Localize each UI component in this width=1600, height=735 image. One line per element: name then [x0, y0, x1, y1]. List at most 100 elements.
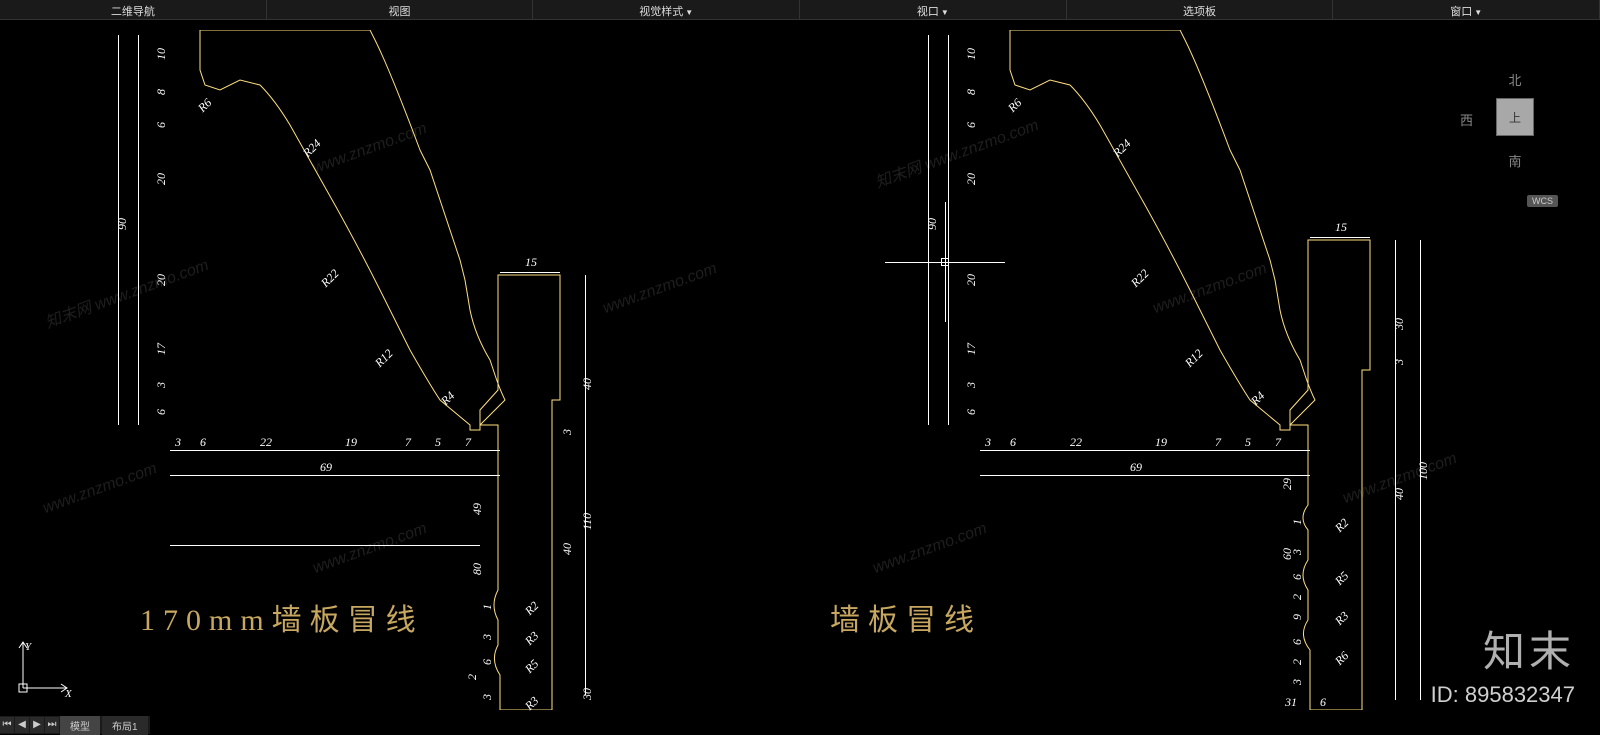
- drawing-area[interactable]: 知末网 www.znzmo.com www.znzmo.com www.znzm…: [0, 20, 1600, 714]
- id-watermark: ID: 895832347: [1431, 682, 1575, 708]
- dim-value: 6: [1320, 695, 1326, 710]
- wcs-badge[interactable]: WCS: [1527, 195, 1558, 207]
- dim-value: 20: [964, 173, 979, 185]
- viewcube-west[interactable]: 西: [1460, 110, 1473, 129]
- ucs-x-label: X: [65, 688, 72, 700]
- dim-value: 6: [964, 409, 979, 415]
- dim-value: 2: [465, 674, 480, 680]
- dim-value: 19: [345, 435, 357, 450]
- dim-value: 6: [200, 435, 206, 450]
- dim-value: 1: [480, 604, 495, 610]
- dim-line: [585, 275, 586, 695]
- dim-line: [1395, 240, 1396, 700]
- dim-value: 17: [964, 343, 979, 355]
- dim-value: 69: [320, 460, 332, 475]
- watermark: www.znzmo.com: [601, 260, 720, 318]
- dim-value: 15: [525, 255, 537, 270]
- dim-line: [118, 35, 119, 425]
- dim-value: 8: [154, 89, 169, 95]
- viewcube-south[interactable]: 南: [1508, 151, 1521, 170]
- menu-window-label: 窗口: [1450, 6, 1472, 18]
- dim-value: 40: [580, 378, 595, 390]
- chevron-down-icon: ▼: [685, 8, 693, 17]
- dim-value: 3: [964, 382, 979, 388]
- dim-value: 40: [1392, 488, 1407, 500]
- dim-value: 1: [1290, 519, 1305, 525]
- dim-line: [138, 35, 139, 425]
- tab-nav-prev[interactable]: ◀: [15, 717, 29, 733]
- menu-viewport-label: 视口: [917, 6, 939, 18]
- dim-value: 10: [154, 48, 169, 60]
- dim-value: 20: [154, 173, 169, 185]
- chevron-down-icon: ▼: [1474, 8, 1482, 17]
- dim-value: 6: [1290, 639, 1305, 645]
- dim-value: 6: [1010, 435, 1016, 450]
- dim-value: 5: [435, 435, 441, 450]
- dim-value: 3: [480, 694, 495, 700]
- menubar: 二维导航 视图 视觉样式▼ 视口▼ 选项板 窗口▼: [0, 0, 1600, 20]
- dim-value: 3: [560, 429, 575, 435]
- dim-value: 20: [964, 274, 979, 286]
- tab-model[interactable]: 模型: [60, 716, 100, 735]
- dim-line: [170, 545, 480, 546]
- dim-line: [948, 35, 949, 425]
- dim-value: 30: [1392, 318, 1407, 330]
- dim-value: 7: [1275, 435, 1281, 450]
- dim-value: 6: [1290, 574, 1305, 580]
- dim-value: 31: [1285, 695, 1297, 710]
- menu-options-panel[interactable]: 选项板: [1067, 0, 1334, 19]
- ucs-y-label: Y: [25, 641, 31, 653]
- tab-nav-last[interactable]: ⏭: [45, 717, 59, 733]
- dim-value: 80: [470, 563, 485, 575]
- brand-watermark: 知末: [1483, 618, 1575, 679]
- viewcube-face-top[interactable]: 上: [1496, 98, 1534, 136]
- tab-nav-next[interactable]: ▶: [30, 717, 44, 733]
- drawing-title-left: 170mm墙板冒线: [140, 595, 424, 639]
- dim-value: 3: [1290, 549, 1305, 555]
- dim-line: [928, 35, 929, 425]
- dim-value: 2: [1290, 594, 1305, 600]
- dim-value: 9: [1290, 614, 1305, 620]
- dim-value: 19: [1155, 435, 1167, 450]
- profile-right: [990, 30, 1410, 715]
- menu-view[interactable]: 视图: [267, 0, 534, 19]
- menu-visual-style-label: 视觉样式: [639, 6, 683, 18]
- watermark: www.znzmo.com: [41, 460, 160, 518]
- dim-value: 3: [1392, 359, 1407, 365]
- menu-window[interactable]: 窗口▼: [1333, 0, 1600, 19]
- dim-line: [170, 450, 500, 451]
- dim-value: 7: [465, 435, 471, 450]
- layout-tab-bar: ⏮ ◀ ▶ ⏭ 模型 布局1: [0, 716, 150, 734]
- dim-value: 6: [154, 122, 169, 128]
- tab-layout1[interactable]: 布局1: [102, 716, 148, 735]
- dim-value: 15: [1335, 220, 1347, 235]
- menu-visual-style[interactable]: 视觉样式▼: [533, 0, 800, 19]
- dim-value: 5: [1245, 435, 1251, 450]
- dim-value: 3: [1290, 679, 1305, 685]
- dim-value: 6: [480, 659, 495, 665]
- dim-line: [980, 450, 1310, 451]
- dim-line: [1310, 237, 1370, 238]
- dim-value: 30: [580, 688, 595, 700]
- dim-value: 2: [1290, 659, 1305, 665]
- watermark: www.znzmo.com: [871, 520, 990, 578]
- menu-viewport[interactable]: 视口▼: [800, 0, 1067, 19]
- viewcube-north[interactable]: 北: [1508, 70, 1521, 89]
- dim-value: 17: [154, 343, 169, 355]
- viewcube[interactable]: 北 西 南 上: [1460, 70, 1570, 180]
- dim-value: 7: [1215, 435, 1221, 450]
- dim-value: 8: [964, 89, 979, 95]
- dim-value: 22: [260, 435, 272, 450]
- dim-value: 3: [154, 382, 169, 388]
- dim-value: 90: [115, 218, 130, 230]
- dim-value: 3: [175, 435, 181, 450]
- dim-value: 90: [925, 218, 940, 230]
- dim-line: [170, 475, 500, 476]
- dim-value: 3: [480, 634, 495, 640]
- dim-value: 29: [1280, 478, 1295, 490]
- dim-value: 22: [1070, 435, 1082, 450]
- dim-value: 20: [154, 274, 169, 286]
- tab-nav-first[interactable]: ⏮: [0, 717, 14, 733]
- dim-value: 6: [964, 122, 979, 128]
- menu-2d-nav[interactable]: 二维导航: [0, 0, 267, 19]
